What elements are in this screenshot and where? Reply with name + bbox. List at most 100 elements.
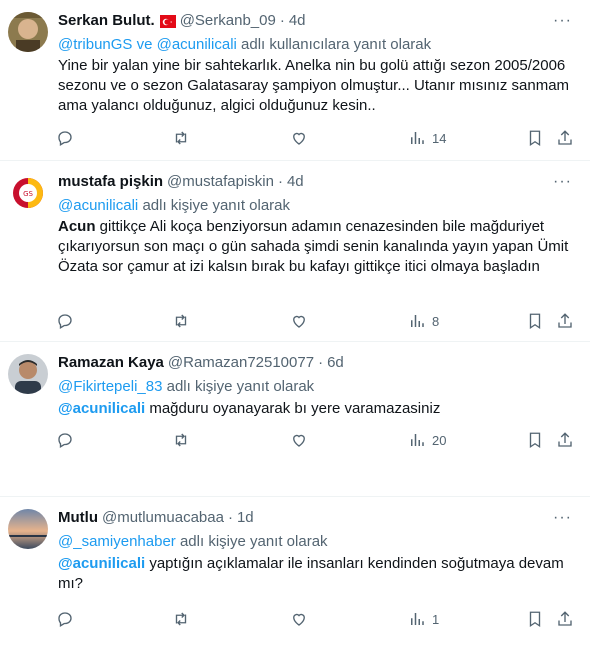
more-options-icon[interactable]: ··· xyxy=(553,12,572,30)
bold-word: Acun xyxy=(58,218,96,235)
tweet[interactable]: Serkan Bulut. @Serkanb_09 · 4d ··· @trib… xyxy=(0,0,590,160)
like-button[interactable] xyxy=(290,311,308,331)
reply-context: @_samiyenhaber adlı kişiye yanıt olarak xyxy=(58,533,328,550)
share-icon xyxy=(558,432,572,447)
more-options-icon[interactable]: ··· xyxy=(553,173,572,191)
action-bar: 20 xyxy=(0,430,590,450)
timestamp[interactable]: 4d xyxy=(287,173,304,190)
like-button[interactable] xyxy=(290,609,308,629)
reply-mentions[interactable]: @_samiyenhaber xyxy=(58,533,176,550)
body-mention[interactable]: @acunilicali xyxy=(58,555,145,572)
avatar[interactable]: GS xyxy=(8,173,48,213)
share-icon xyxy=(558,313,572,328)
tweet-text: Yine bir yalan yine bir sahtekarlık. Ane… xyxy=(58,57,570,114)
reply-icon xyxy=(58,612,72,627)
author-name[interactable]: Serkan Bulut. xyxy=(58,12,155,29)
views-icon xyxy=(411,315,424,327)
retweet-icon xyxy=(175,612,187,626)
tweet-text-rest: gittikçe Ali koça benziyorsun adamın cen… xyxy=(58,218,569,275)
author-handle[interactable]: @mustafapiskin xyxy=(167,173,274,190)
reply-suffix: adlı kişiye yanıt olarak xyxy=(166,378,315,395)
retweet-icon xyxy=(175,433,187,447)
reply-mentions[interactable]: @Fikirtepeli_83 xyxy=(58,378,162,395)
bookmark-icon xyxy=(529,432,541,449)
reply-button[interactable] xyxy=(56,430,74,450)
more-options-icon[interactable]: ··· xyxy=(553,509,572,527)
author-name[interactable]: Mutlu xyxy=(58,509,98,526)
bookmark-icon xyxy=(529,611,541,628)
reply-icon xyxy=(58,433,72,448)
bookmark-button[interactable] xyxy=(526,311,544,331)
like-icon xyxy=(293,613,305,626)
timestamp[interactable]: 6d xyxy=(327,354,344,371)
separator-dot: · xyxy=(227,509,233,526)
tweet-header: Mutlu @mutlumuacabaa · 1d xyxy=(58,509,254,526)
like-icon xyxy=(293,434,305,447)
tweet-header: Serkan Bulut. @Serkanb_09 · 4d xyxy=(58,12,306,29)
views-count: 20 xyxy=(432,432,447,448)
author-handle[interactable]: @Serkanb_09 xyxy=(180,12,276,29)
avatar[interactable] xyxy=(8,354,48,394)
bookmark-button[interactable] xyxy=(526,128,544,148)
body-mention[interactable]: @acunilicali xyxy=(58,400,145,417)
reply-mentions[interactable]: @acunilicali xyxy=(58,197,138,214)
retweet-button[interactable] xyxy=(172,430,190,450)
views-button[interactable]: 8 xyxy=(408,311,439,331)
author-name[interactable]: mustafa pişkin xyxy=(58,173,163,190)
avatar[interactable] xyxy=(8,12,48,52)
bookmark-icon xyxy=(529,130,541,147)
action-bar: 14 xyxy=(0,128,590,148)
tweet-text: @acunilicali mağduru oyanayarak bı yere … xyxy=(58,399,578,419)
reply-context: @tribunGS ve @acunilicali adlı kullanıcı… xyxy=(58,36,431,53)
tweet[interactable]: GS mustafa pişkin @mustafapiskin · 4d ··… xyxy=(0,161,590,341)
turkey-flag-icon xyxy=(159,14,176,28)
tweet-header: mustafa pişkin @mustafapiskin · 4d xyxy=(58,173,304,190)
views-icon xyxy=(411,613,424,625)
retweet-button[interactable] xyxy=(172,609,190,629)
separator-dot: · xyxy=(318,354,324,371)
reply-context: @Fikirtepeli_83 adlı kişiye yanıt olarak xyxy=(58,378,314,395)
author-handle[interactable]: @Ramazan72510077 xyxy=(168,354,314,371)
reply-context: @acunilicali adlı kişiye yanıt olarak xyxy=(58,197,290,214)
like-button[interactable] xyxy=(290,430,308,450)
reply-suffix: adlı kullanıcılara yanıt olarak xyxy=(241,36,432,53)
views-icon xyxy=(411,132,424,144)
views-count: 14 xyxy=(432,130,447,146)
retweet-icon xyxy=(175,131,187,145)
author-name[interactable]: Ramazan Kaya xyxy=(58,354,164,371)
svg-text:GS: GS xyxy=(23,190,33,198)
author-handle[interactable]: @mutlumuacabaa xyxy=(102,509,224,526)
share-button[interactable] xyxy=(556,609,574,629)
reply-button[interactable] xyxy=(56,128,74,148)
reply-button[interactable] xyxy=(56,311,74,331)
reply-button[interactable] xyxy=(56,609,74,629)
avatar[interactable] xyxy=(8,509,48,549)
tweet[interactable]: Ramazan Kaya @Ramazan72510077 · 6d @Fiki… xyxy=(0,342,590,462)
like-button[interactable] xyxy=(290,128,308,148)
views-icon xyxy=(411,434,424,446)
separator-dot: · xyxy=(279,12,285,29)
share-icon xyxy=(558,611,572,626)
tweet[interactable]: Mutlu @mutlumuacabaa · 1d ··· @_samiyenh… xyxy=(0,497,590,649)
views-button[interactable]: 14 xyxy=(408,128,446,148)
tweet-text: @acunilicali yaptığın açıklamalar ile in… xyxy=(58,554,578,594)
share-button[interactable] xyxy=(556,311,574,331)
tweet-text-rest: mağduru oyanayarak bı yere varamazasiniz xyxy=(145,400,441,417)
like-icon xyxy=(293,132,305,145)
views-button[interactable]: 20 xyxy=(408,430,446,450)
bookmark-button[interactable] xyxy=(526,430,544,450)
retweet-button[interactable] xyxy=(172,311,190,331)
retweet-button[interactable] xyxy=(172,128,190,148)
views-button[interactable]: 1 xyxy=(408,609,439,629)
reply-icon xyxy=(58,314,72,329)
share-button[interactable] xyxy=(556,128,574,148)
timestamp[interactable]: 1d xyxy=(237,509,254,526)
timestamp[interactable]: 4d xyxy=(289,12,306,29)
reply-icon xyxy=(58,131,72,146)
bookmark-icon xyxy=(529,313,541,330)
share-button[interactable] xyxy=(556,430,574,450)
reply-mentions[interactable]: @tribunGS ve @acunilicali xyxy=(58,36,237,53)
share-icon xyxy=(558,130,572,145)
action-bar: 8 xyxy=(0,311,590,331)
bookmark-button[interactable] xyxy=(526,609,544,629)
